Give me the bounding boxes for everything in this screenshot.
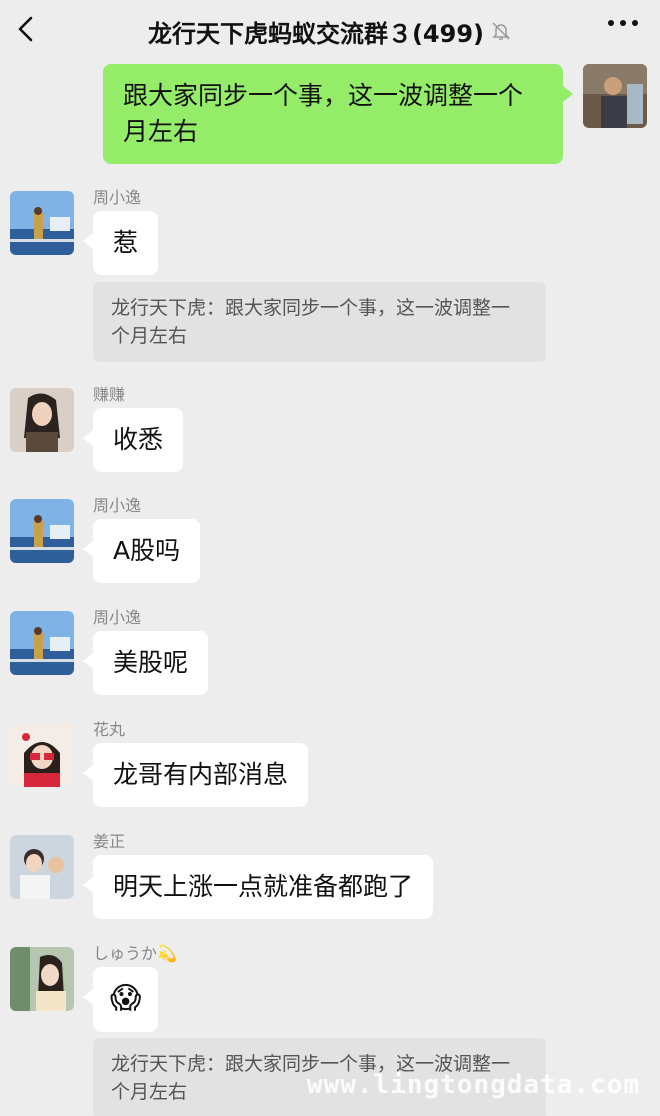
chat-header: 龙行天下虎蚂蚁交流群３(499)	[0, 0, 660, 62]
avatar[interactable]	[10, 835, 74, 899]
bell-muted-icon	[492, 22, 510, 40]
message-bubble[interactable]: 明天上涨一点就准备都跑了	[82, 855, 434, 919]
message-bubble[interactable]: 惹	[82, 211, 159, 275]
sender-name: 花丸	[93, 720, 126, 739]
title-group: 龙行天下虎蚂蚁交流群３(499)	[148, 14, 512, 49]
message-bubble[interactable]: 😱	[82, 967, 159, 1032]
my-message-bubble[interactable]: 跟大家同步一个事，这一波调整一个月左右	[103, 64, 573, 164]
avatar[interactable]	[10, 499, 74, 563]
avatar[interactable]	[10, 388, 74, 452]
message-bubble[interactable]: 收悉	[82, 408, 184, 472]
message-bubble[interactable]: A股吗	[82, 519, 201, 583]
my-avatar[interactable]	[583, 64, 647, 128]
more-dots-icon[interactable]	[608, 20, 638, 26]
avatar[interactable]	[10, 191, 74, 255]
quoted-message[interactable]: 龙行天下虎：跟大家同步一个事，这一波调整一个月左右	[93, 282, 546, 362]
message-bubble[interactable]: 龙哥有内部消息	[82, 743, 309, 807]
sender-name: 周小逸	[93, 608, 142, 627]
sender-name: 周小逸	[93, 188, 142, 207]
chevron-left-icon[interactable]	[12, 14, 42, 44]
avatar[interactable]	[10, 723, 74, 787]
sender-name: しゅうか💫	[93, 944, 177, 963]
sender-name: 姜正	[93, 832, 126, 851]
avatar[interactable]	[10, 947, 74, 1011]
watermark: www.lingtongdata.com	[306, 1070, 640, 1100]
sender-name: 周小逸	[93, 496, 142, 515]
chat-title: 龙行天下虎蚂蚁交流群３(499)	[147, 19, 485, 48]
message-bubble[interactable]: 美股呢	[82, 631, 209, 695]
avatar[interactable]	[10, 611, 74, 675]
sender-name: 赚赚	[93, 385, 126, 404]
scream-emoji: 😱	[110, 981, 142, 1016]
